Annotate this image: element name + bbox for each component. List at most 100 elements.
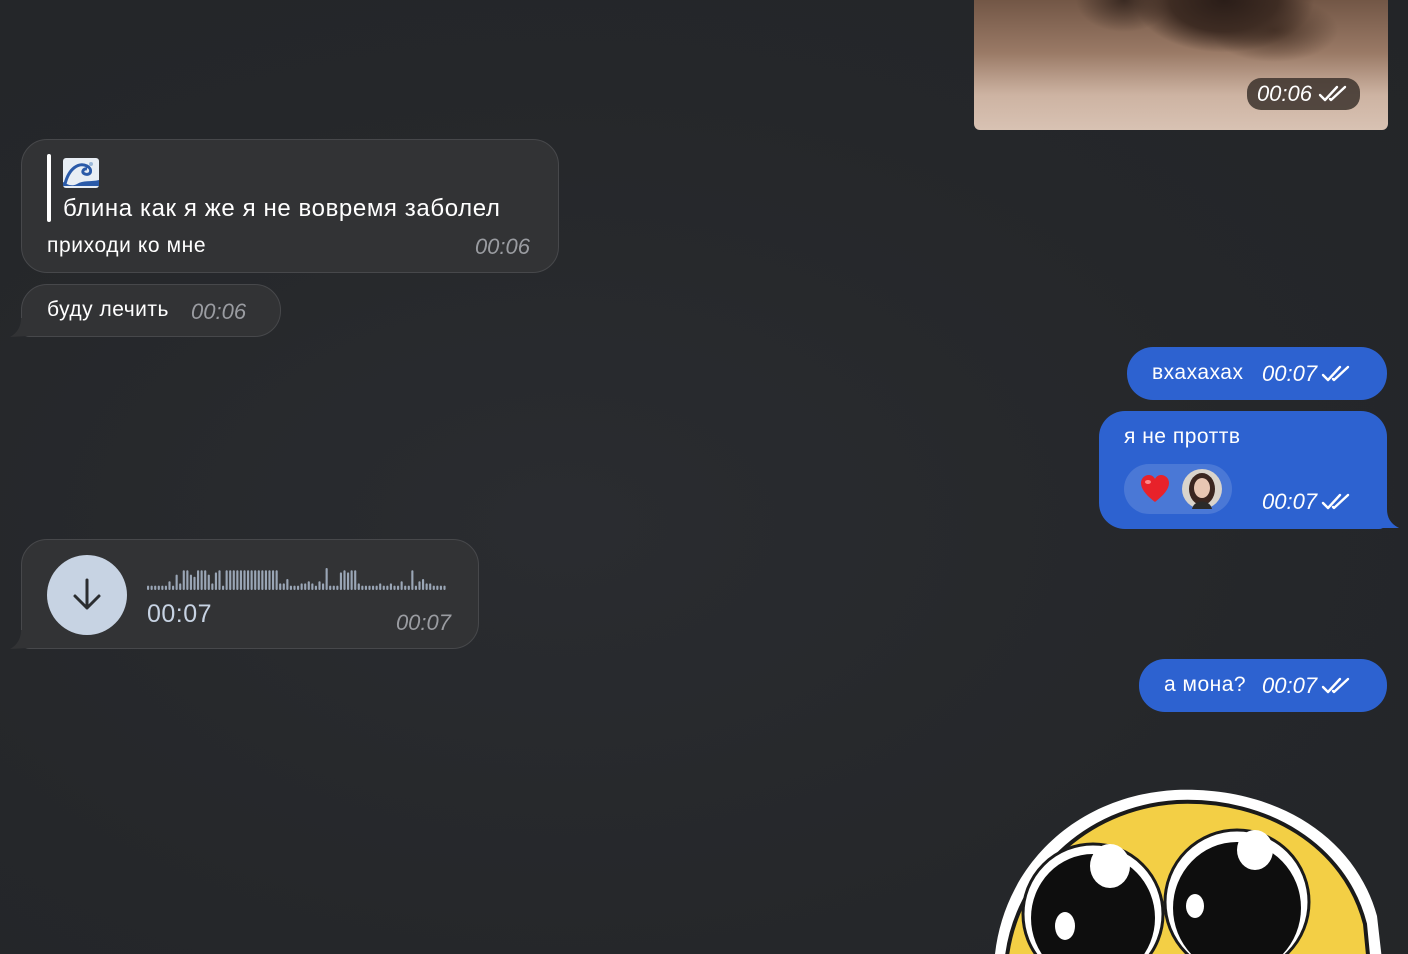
message-time: 00:07 <box>1262 673 1318 698</box>
message-time-status: 00:07 <box>1262 361 1353 387</box>
outgoing-message-with-reaction[interactable]: я не проттв 00:07 <box>1099 411 1387 529</box>
waveform-bar <box>329 585 332 590</box>
waveform-bar <box>297 585 300 590</box>
waveform-bar <box>343 570 346 590</box>
double-check-icon <box>1321 677 1350 694</box>
message-text: я не проттв <box>1124 425 1241 448</box>
reply-quote-bar <box>47 154 51 222</box>
waveform-bar <box>207 574 210 590</box>
waveform-bar <box>339 572 342 590</box>
waveform-bar <box>422 579 425 590</box>
reply-quote-text: блина как я же я не вовремя заболел <box>63 195 501 222</box>
waveform-bar <box>379 583 382 590</box>
waveform-bar <box>318 581 321 590</box>
waveform-bar <box>204 570 207 590</box>
waveform-bar <box>429 583 432 590</box>
waveform-bar <box>304 583 307 590</box>
pleading-face-sticker[interactable] <box>985 786 1385 954</box>
outgoing-message[interactable]: а мона? 00:07 <box>1139 659 1387 712</box>
photo-time-badge: 00:06 <box>1246 78 1360 110</box>
waveform-bar <box>222 585 225 590</box>
waveform-bar <box>157 585 160 590</box>
waveform-bar <box>393 585 396 590</box>
message-time-status: 00:07 <box>1262 673 1353 699</box>
waveform-bar <box>264 570 267 590</box>
waveform-bar <box>375 585 378 590</box>
message-time-status: 00:07 <box>1262 489 1353 515</box>
waveform-bar <box>147 585 150 590</box>
waveform-bar <box>168 581 171 590</box>
waveform-bar <box>214 572 217 590</box>
bubble-tail <box>10 318 29 337</box>
waveform-bar <box>311 583 314 590</box>
waveform-bar <box>300 583 303 590</box>
waveform-bar <box>325 568 328 590</box>
waveform-bar <box>361 585 364 590</box>
waveform-bar <box>307 581 310 590</box>
message-text: приходи ко мне <box>47 234 207 257</box>
waveform-bar <box>247 570 250 590</box>
waveform-bar <box>182 570 185 590</box>
message-text: вхахахах <box>1152 361 1244 384</box>
waveform-bar <box>364 585 367 590</box>
message-text: буду лечить <box>47 298 169 321</box>
waveform-bar <box>386 585 389 590</box>
waveform-bar <box>400 581 403 590</box>
waveform-bar <box>354 570 357 590</box>
waveform-bar <box>236 570 239 590</box>
double-check-icon <box>1321 365 1350 382</box>
waveform-bar <box>439 585 442 590</box>
bubble-tail <box>1378 509 1399 528</box>
waveform-bar <box>232 570 235 590</box>
waveform-bar <box>197 570 200 590</box>
waveform-bar <box>443 585 446 590</box>
outgoing-message[interactable]: вхахахах 00:07 <box>1127 347 1387 400</box>
waveform-bar <box>347 572 350 590</box>
waveform-bar <box>397 585 400 590</box>
voice-download-button[interactable] <box>47 555 127 635</box>
waveform-bar <box>293 585 296 590</box>
message-text: а мона? <box>1164 673 1247 696</box>
waveform-bar <box>322 583 325 590</box>
message-time: 00:07 <box>395 610 451 635</box>
incoming-message[interactable]: буду лечить 00:06 <box>21 284 281 337</box>
waveform-bar <box>407 585 410 590</box>
waveform-bar <box>368 585 371 590</box>
waveform-bar <box>432 585 435 590</box>
waveform-bar <box>275 570 278 590</box>
voice-duration: 00:07 <box>147 600 213 628</box>
incoming-voice-message[interactable]: 00:07 00:07 <box>21 539 479 649</box>
waveform-bar <box>179 583 182 590</box>
waveform-bar <box>218 570 221 590</box>
waveform-bar <box>250 570 253 590</box>
waveform-bar <box>161 585 164 590</box>
voice-waveform[interactable] <box>147 566 447 590</box>
waveform-bar <box>289 585 292 590</box>
waveform-bar <box>172 585 175 590</box>
waveform-bar <box>164 585 167 590</box>
waveform-bar <box>175 574 178 590</box>
waveform-bar <box>425 583 428 590</box>
incoming-message-reply[interactable]: блина как я же я не вовремя заболел прих… <box>21 139 559 273</box>
waveform-bar <box>257 570 260 590</box>
message-time: 00:06 <box>474 234 530 259</box>
waveform-bar <box>350 570 353 590</box>
waveform-bar <box>189 574 192 590</box>
waveform-bar <box>154 585 157 590</box>
waveform-bar <box>254 570 257 590</box>
waveform-bar <box>314 585 317 590</box>
waveform-bar <box>332 585 335 590</box>
waveform-bar <box>436 585 439 590</box>
waveform-bar <box>150 585 153 590</box>
reaction-chip[interactable] <box>1124 464 1232 514</box>
waveform-bar <box>282 583 285 590</box>
waveform-bar <box>389 583 392 590</box>
waveform-bar <box>411 570 414 590</box>
download-arrow-icon <box>73 578 101 610</box>
photo-time: 00:06 <box>1256 81 1312 106</box>
waveform-bar <box>261 570 264 590</box>
waveform-bar <box>357 583 360 590</box>
waveform-bar <box>286 579 289 590</box>
heart-emoji <box>1141 475 1169 502</box>
photo-message[interactable]: 00:06 <box>974 0 1388 130</box>
